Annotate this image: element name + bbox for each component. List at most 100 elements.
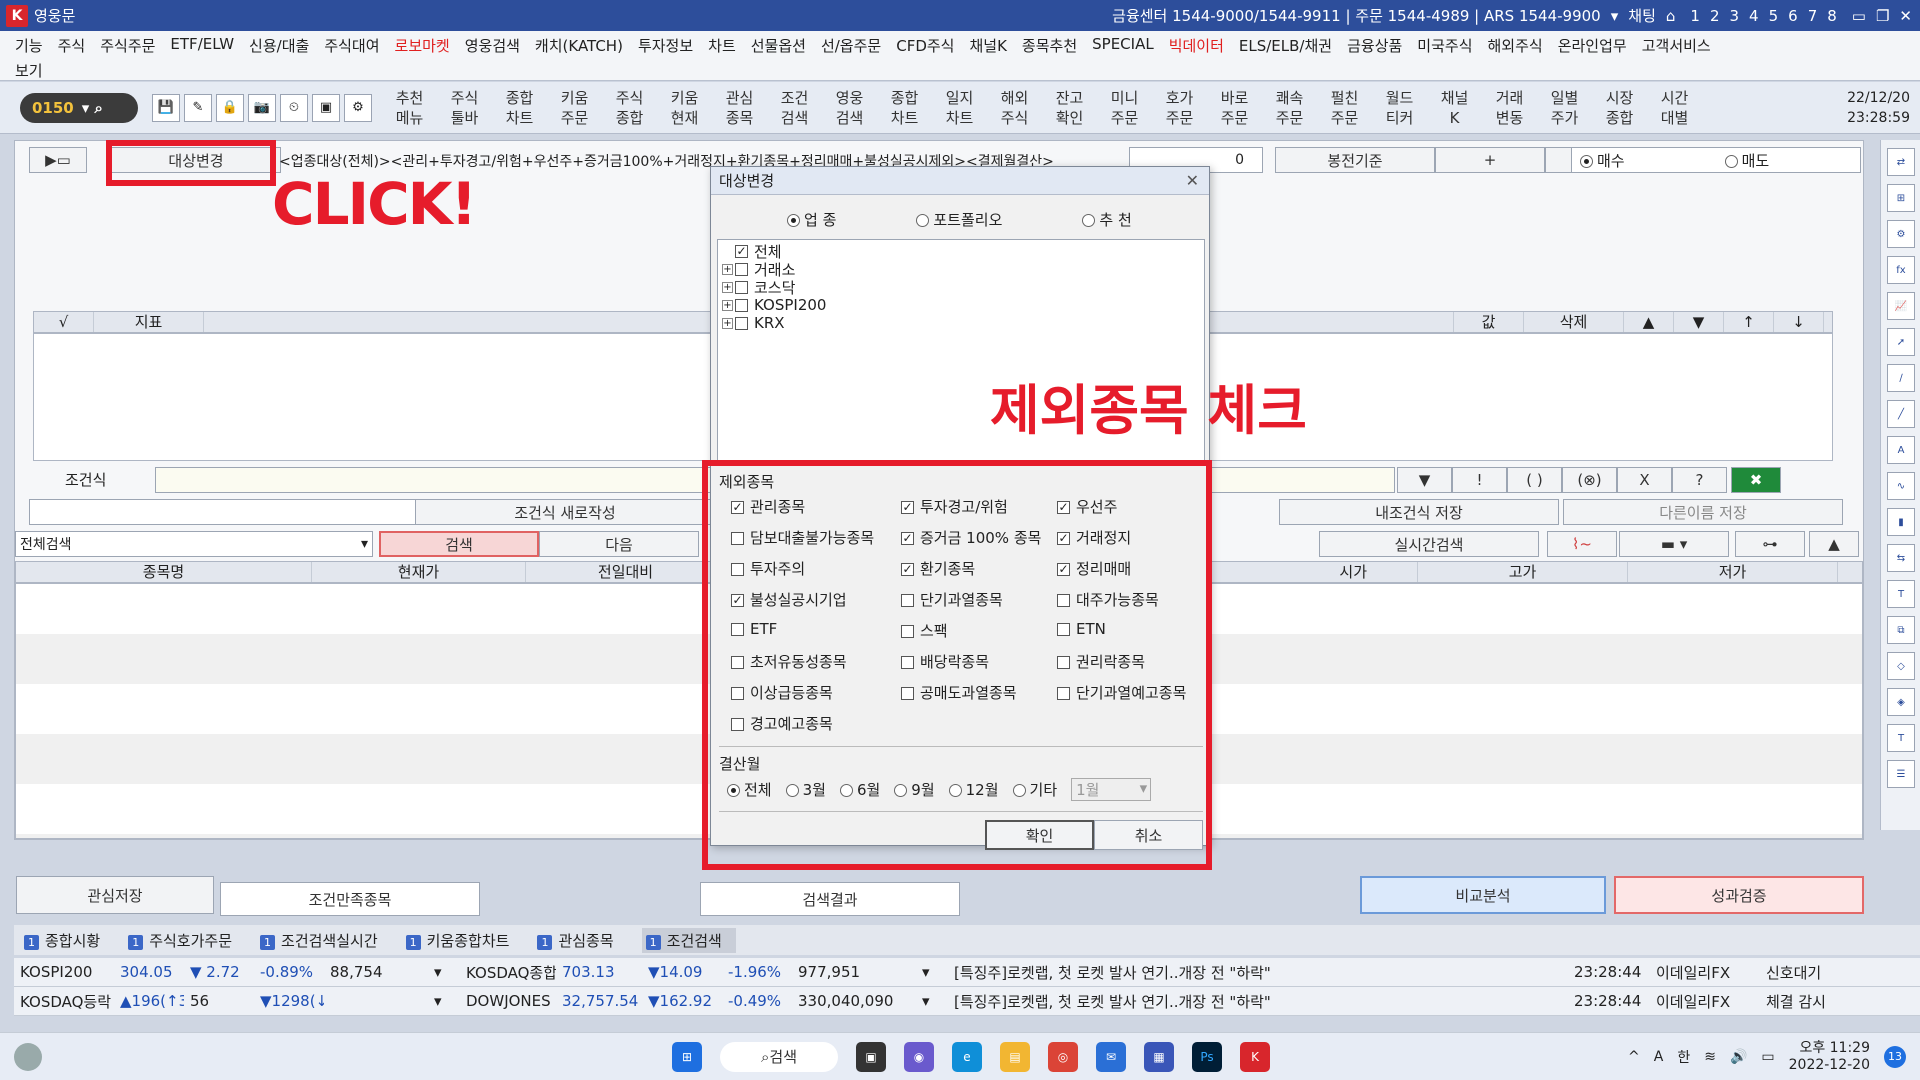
battery-icon[interactable]: ▭ (1761, 1049, 1774, 1065)
compare-analysis-button[interactable]: 비교분석 (1360, 876, 1606, 914)
tree-item[interactable]: ✓ 전체 (722, 242, 1200, 261)
toolbar-button-16[interactable]: 쾌속 주문 (1262, 88, 1317, 128)
start-icon[interactable]: ⊞ (672, 1041, 702, 1072)
excel-icon[interactable]: ✖ (1731, 467, 1781, 493)
cond-op-not[interactable]: ! (1452, 467, 1507, 493)
tree-item[interactable]: + 코스닥 (722, 278, 1200, 297)
radio-sector[interactable]: 업 종 (787, 209, 836, 230)
menu-item-6[interactable]: 로보마켓 (395, 35, 450, 56)
eraser-icon[interactable]: ◇ (1887, 652, 1915, 680)
tab-condition-matches[interactable]: 조건만족종목 (220, 882, 480, 916)
menu-item-23[interactable]: 고객서비스 (1642, 35, 1711, 56)
toolbar-button-21[interactable]: 일별 주가 (1537, 88, 1592, 128)
home-icon[interactable]: ⌂ (1666, 7, 1676, 25)
expand-icon[interactable]: + (722, 281, 733, 293)
menu-view[interactable]: 보기 (0, 56, 1920, 81)
close-icon[interactable]: ✕ (1186, 171, 1199, 190)
screen-tab-2[interactable]: 2 (1710, 7, 1720, 25)
expand-icon[interactable]: + (722, 317, 733, 329)
menu-item-7[interactable]: 영웅검색 (465, 35, 520, 56)
font-icon[interactable]: A (1654, 1049, 1664, 1065)
tree-item[interactable]: + 거래소 (722, 260, 1200, 279)
connector-icon[interactable]: ⊶ (1735, 531, 1805, 557)
chat-button[interactable]: 채팅 (1628, 5, 1656, 26)
restore-icon[interactable]: ❐ (1876, 7, 1889, 25)
chevron-down-icon[interactable]: ▾ (922, 992, 948, 1010)
menu-item-19[interactable]: 금융상품 (1347, 35, 1402, 56)
trend-icon[interactable]: ╱ (1887, 400, 1915, 428)
tray-chevron-icon[interactable]: ^ (1628, 1049, 1640, 1065)
screen-tab-5[interactable]: 5 (1769, 7, 1779, 25)
tree-item[interactable]: + KOSPI200 (722, 296, 1200, 314)
menu-item-11[interactable]: 선물옵션 (751, 35, 806, 56)
explorer-icon[interactable]: ▤ (1000, 1041, 1030, 1072)
tree-checkbox[interactable] (735, 262, 748, 276)
screen-code-input[interactable]: 0150 ▾ ⌕ (20, 92, 138, 123)
text-icon[interactable]: T (1887, 580, 1915, 608)
screen-tab[interactable]: 1 조건검색실시간 (260, 930, 378, 951)
tree-line-icon[interactable] (722, 246, 733, 257)
screen-tab[interactable]: 1 키움종합차트 (405, 930, 509, 951)
taskview-icon[interactable]: ▣ (856, 1041, 886, 1072)
toolbar-button-2[interactable]: 종합 차트 (492, 88, 547, 128)
toolbar-button-9[interactable]: 종합 차트 (877, 88, 932, 128)
menu-item-9[interactable]: 투자정보 (638, 35, 693, 56)
minimize-icon[interactable]: ▭ (1852, 7, 1866, 25)
tree-item[interactable]: + KRX (722, 314, 1200, 332)
brush-icon[interactable]: ✎ (184, 93, 212, 122)
ime-indicator[interactable]: 한 (1677, 1047, 1690, 1067)
settings-icon[interactable]: ⚙ (1887, 220, 1915, 248)
weather-icon[interactable] (14, 1042, 42, 1071)
store-icon[interactable]: ▦ (1144, 1041, 1174, 1072)
lock-icon[interactable]: 🔒 (216, 93, 244, 122)
tree-checkbox[interactable] (735, 316, 748, 330)
menu-item-12[interactable]: 선/옵주문 (821, 35, 881, 56)
toolbar-button-4[interactable]: 주식 종합 (602, 88, 657, 128)
toolbar-button-23[interactable]: 시간 대별 (1647, 88, 1702, 128)
radio-portfolio[interactable]: 포트폴리오 (916, 209, 1002, 230)
cond-op-dropdown[interactable]: ▼ (1397, 467, 1452, 493)
chart-icon[interactable]: 📈 (1887, 292, 1915, 320)
tab-search-results[interactable]: 검색결과 (700, 882, 960, 916)
sell-radio[interactable]: 매도 (1724, 150, 1769, 171)
buy-radio[interactable]: 매수 (1580, 150, 1625, 171)
camera-icon[interactable]: 📷 (248, 93, 276, 122)
toolbar-button-20[interactable]: 거래 변동 (1482, 88, 1537, 128)
save-as-button[interactable]: 다른이름 저장 (1563, 499, 1843, 525)
tree-checkbox[interactable] (735, 280, 748, 294)
screen-tab[interactable]: 1 종합시황 (24, 930, 100, 951)
expand-icon[interactable]: + (722, 263, 733, 275)
toolbar-button-7[interactable]: 조건 검색 (767, 88, 822, 128)
wave-icon[interactable]: ∿ (1887, 472, 1915, 500)
condition-name-input[interactable] (29, 499, 425, 525)
chart-line-icon[interactable]: ⌇~ (1547, 531, 1617, 557)
toolbar-button-17[interactable]: 펄친 주문 (1317, 88, 1372, 128)
chevron-down-icon[interactable]: ▾ (434, 963, 460, 981)
arrow-icon[interactable]: ⇆ (1887, 544, 1915, 572)
menu-item-17[interactable]: 빅데이터 (1169, 35, 1224, 56)
realtime-search-button[interactable]: 실시간검색 (1319, 531, 1539, 557)
screen-tab-6[interactable]: 6 (1788, 7, 1798, 25)
screen-tab[interactable]: 1 주식호가주문 (128, 930, 232, 951)
menu-item-14[interactable]: 채널K (969, 35, 1006, 56)
kiwoom-icon[interactable]: K (1240, 1041, 1270, 1072)
menu-item-22[interactable]: 온라인업무 (1558, 35, 1627, 56)
clock-icon[interactable]: ⏲ (280, 93, 308, 122)
edge-icon[interactable]: e (952, 1041, 982, 1072)
cond-op-xor[interactable]: (⊗) (1562, 467, 1617, 493)
toolbar-button-15[interactable]: 바로 주문 (1207, 88, 1262, 128)
toolbar-button-6[interactable]: 관심 종목 (712, 88, 767, 128)
menu-item-2[interactable]: 주식주문 (100, 35, 155, 56)
formula-icon[interactable]: fx (1887, 256, 1915, 284)
menu-item-21[interactable]: 해외주식 (1488, 35, 1543, 56)
auto-icon[interactable]: A (1887, 436, 1915, 464)
chrome-icon[interactable]: ◎ (1048, 1041, 1078, 1072)
menu-item-20[interactable]: 미국주식 (1417, 35, 1472, 56)
clock[interactable]: 오후 11:29 2022-12-20 (1789, 1040, 1870, 1074)
photoshop-icon[interactable]: Ps (1192, 1041, 1222, 1072)
menu-item-18[interactable]: ELS/ELB/채권 (1239, 35, 1332, 56)
toolbar-button-18[interactable]: 월드 티커 (1372, 88, 1427, 128)
radio-recommend[interactable]: 추 천 (1082, 209, 1132, 230)
split-icon[interactable]: ⊞ (1887, 184, 1915, 212)
favorite-save-button[interactable]: 관심저장 (16, 876, 214, 914)
